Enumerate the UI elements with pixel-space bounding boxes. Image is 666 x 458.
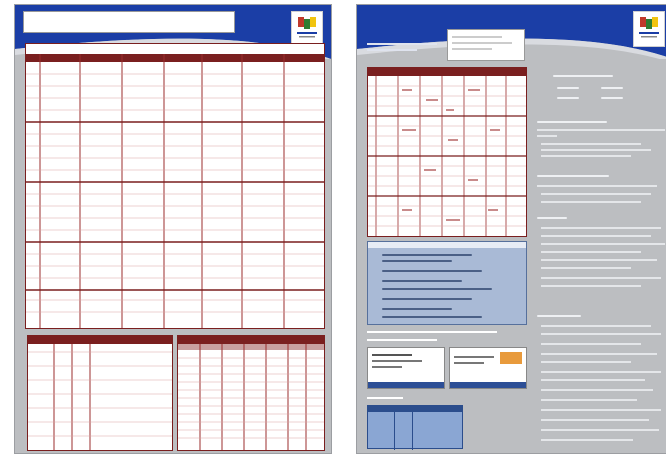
organization-logo-right	[633, 11, 665, 47]
filled-schedule-lines	[368, 68, 526, 236]
screenshot-thumbnail-right	[449, 347, 527, 389]
bottom-right-grid-lines	[178, 336, 324, 450]
header-line-2	[367, 49, 417, 51]
table-label-bar	[367, 397, 403, 399]
screenshot-thumbnail-left	[367, 347, 445, 389]
document-title-box	[23, 11, 235, 33]
left-page	[14, 4, 332, 454]
small-blue-table	[367, 405, 463, 450]
weekly-schedule-grid	[25, 43, 325, 329]
bottom-left-grid-lines	[28, 336, 172, 450]
schedule-grid-lines	[26, 54, 324, 328]
bottom-left-table	[27, 335, 173, 451]
header-line-1	[367, 43, 437, 45]
organization-logo	[291, 11, 323, 47]
notes-panel	[367, 241, 527, 325]
bottom-right-table	[177, 335, 325, 451]
filled-schedule-grid	[367, 67, 527, 237]
info-box	[447, 29, 525, 61]
flag-logo-icon	[639, 17, 659, 38]
section-label-bar	[367, 331, 497, 333]
section-sub-bar	[367, 339, 437, 341]
right-page	[356, 4, 666, 454]
flag-logo-icon	[297, 17, 317, 38]
